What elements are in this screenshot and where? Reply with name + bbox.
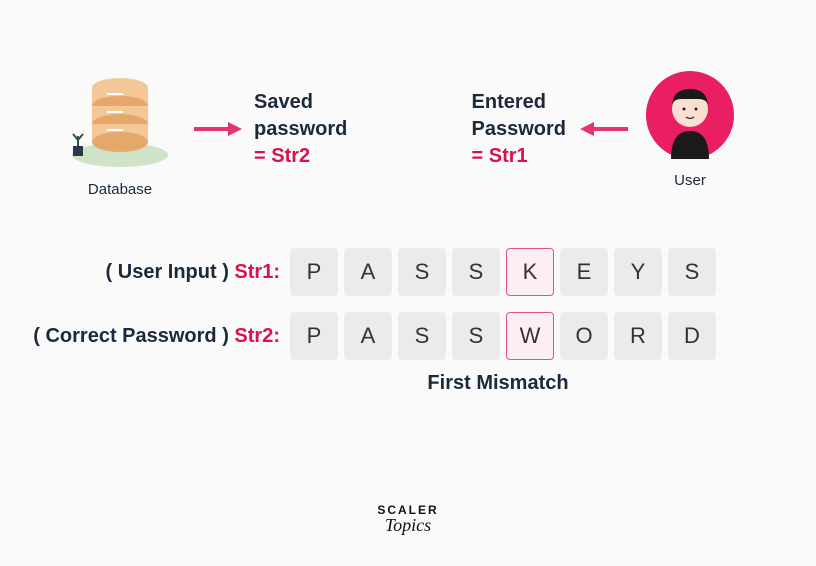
char-cell: S [398, 248, 446, 296]
row-user-input: ( User Input ) Str1: PASSKEYS [0, 248, 816, 296]
row2-cells: PASSWORD [290, 312, 716, 360]
char-cell: S [398, 312, 446, 360]
database-label: Database [60, 181, 180, 198]
saved-password-text: Saved password = Str2 [254, 89, 347, 170]
char-cell: S [452, 312, 500, 360]
char-cell: K [506, 248, 554, 296]
user-group: Entered Password = Str1 User [472, 69, 736, 189]
first-mismatch-label: First Mismatch [180, 372, 816, 395]
arrow-right-icon [192, 119, 242, 139]
database-illustration: Database [60, 60, 180, 198]
char-cell: P [290, 248, 338, 296]
saved-line2: password [254, 116, 347, 143]
row1-label: ( User Input ) Str1: [106, 261, 280, 284]
char-cell: W [506, 312, 554, 360]
logo-line2: Topics [377, 515, 438, 536]
row2-prefix: ( Correct Password ) [33, 325, 234, 347]
row2-var: Str2: [234, 325, 280, 347]
char-cell: Y [614, 248, 662, 296]
char-cell: R [614, 312, 662, 360]
arrow-left-icon [580, 119, 630, 139]
row1-prefix: ( User Input ) [106, 261, 235, 283]
row-correct-password: ( Correct Password ) Str2: PASSWORD [0, 312, 816, 360]
scaler-topics-logo: SCALER Topics [377, 503, 438, 536]
char-cell: O [560, 312, 608, 360]
char-cell: E [560, 248, 608, 296]
entered-eq: = Str1 [472, 143, 566, 170]
database-group: Database Saved password = Str2 [60, 60, 347, 198]
row1-var: Str1: [234, 261, 280, 283]
char-cell: P [290, 312, 338, 360]
database-icon [65, 60, 175, 170]
entered-line1: Entered [472, 89, 566, 116]
user-avatar-icon [644, 69, 736, 161]
char-cell: A [344, 248, 392, 296]
char-cell: S [668, 248, 716, 296]
saved-eq: = Str2 [254, 143, 347, 170]
plant-icon [73, 134, 83, 156]
char-cell: A [344, 312, 392, 360]
top-row: Database Saved password = Str2 Entered P… [0, 0, 816, 218]
char-cell: S [452, 248, 500, 296]
char-cell: D [668, 312, 716, 360]
user-label: User [644, 172, 736, 189]
string-rows: ( User Input ) Str1: PASSKEYS ( Correct … [0, 248, 816, 395]
row2-label: ( Correct Password ) Str2: [33, 325, 280, 348]
entered-password-text: Entered Password = Str1 [472, 89, 566, 170]
user-illustration: User [644, 69, 736, 189]
entered-line2: Password [472, 116, 566, 143]
saved-line1: Saved [254, 89, 347, 116]
row1-cells: PASSKEYS [290, 248, 716, 296]
